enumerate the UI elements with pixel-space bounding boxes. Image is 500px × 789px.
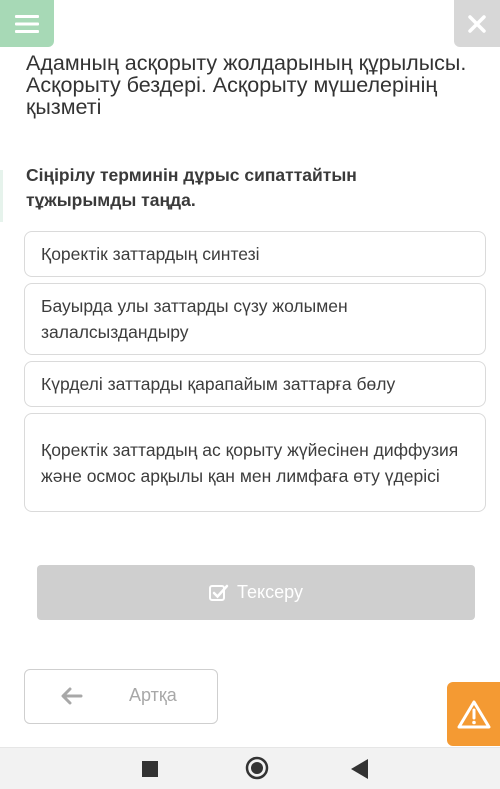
- answer-option-label: Күрделі заттарды қарапайым заттарға бөлу: [41, 374, 396, 394]
- answer-option-2[interactable]: Бауырда улы заттарды сүзу жолымен залалс…: [24, 283, 486, 355]
- report-problem-button[interactable]: [447, 682, 500, 746]
- back-button[interactable]: Артқа: [24, 669, 218, 724]
- answer-option-1[interactable]: Қоректік заттардың синтезі: [24, 231, 486, 277]
- check-button[interactable]: Тексеру: [37, 565, 475, 620]
- question-text: Сіңірілу терминін дұрыс сипаттайтын тұжы…: [26, 165, 357, 210]
- lesson-title: Адамның асқорыту жолдарының құрылысы. Ас…: [26, 51, 467, 119]
- close-icon: [468, 14, 486, 33]
- warning-icon: [457, 700, 490, 729]
- answer-option-4[interactable]: Қоректік заттардың ас қорыту жүйесінен д…: [24, 413, 486, 512]
- answer-option-label: Қоректік заттардың синтезі: [41, 244, 260, 264]
- triangle-back-icon[interactable]: [351, 759, 369, 784]
- question-accent-bar: [0, 170, 3, 222]
- menu-button[interactable]: [0, 0, 54, 47]
- arrow-left-icon: [61, 687, 83, 710]
- answer-option-3[interactable]: Күрделі заттарды қарапайым заттарға бөлу: [24, 361, 486, 407]
- answer-option-label: Қоректік заттардың ас қорыту жүйесінен д…: [41, 439, 459, 486]
- system-navigation-bar: [0, 747, 500, 789]
- square-icon[interactable]: [142, 761, 158, 782]
- back-button-label: Артқа: [129, 685, 177, 705]
- check-button-label: Тексеру: [237, 582, 303, 602]
- checkbox-icon: [209, 584, 229, 602]
- answer-option-label: Бауырда улы заттарды сүзу жолымен залалс…: [41, 296, 348, 342]
- close-button[interactable]: [454, 0, 500, 47]
- hamburger-icon: [15, 14, 39, 33]
- circle-icon[interactable]: [245, 756, 269, 785]
